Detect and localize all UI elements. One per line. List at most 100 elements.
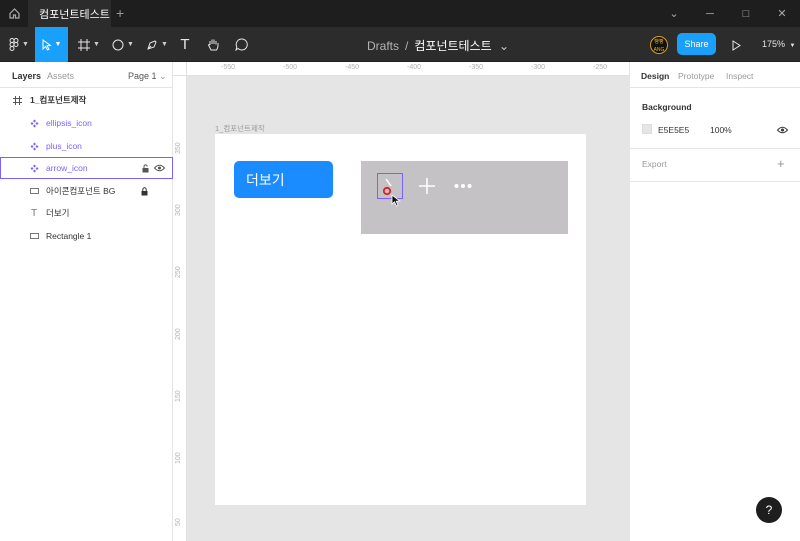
text-tool-button[interactable]: T (176, 27, 194, 62)
background-color-swatch[interactable] (642, 124, 652, 134)
chevron-down-icon: ▼ (789, 43, 796, 49)
breadcrumb: Drafts / 컴포넌트테스트 ⌄ (367, 37, 509, 54)
background-hex-input[interactable]: E5E5E5 (658, 125, 689, 135)
layer-row[interactable]: 아이콘컴포넌트 BG (0, 180, 173, 202)
maximize-button[interactable]: □ (728, 0, 764, 27)
plus-icon[interactable] (418, 177, 436, 195)
breadcrumb-separator: / (405, 39, 409, 53)
avatar[interactable]: 빵빵 ANG (650, 36, 668, 54)
background-opacity-input[interactable]: 100% (710, 125, 732, 135)
layer-name: arrow_icon (46, 163, 88, 173)
file-name[interactable]: 컴포넌트테스트 (414, 39, 491, 53)
chevron-down-icon: ▼ (22, 41, 29, 48)
add-export-button[interactable]: + (777, 156, 785, 171)
page-selector[interactable]: Page 1 ⌄ (128, 71, 167, 82)
help-button[interactable]: ? (756, 497, 782, 523)
layer-row[interactable]: T 더보기 (0, 202, 173, 224)
ruler-tick: -250 (593, 64, 608, 71)
tab-prototype[interactable]: Prototype (678, 71, 714, 81)
zoom-menu[interactable]: 175% ▼ (762, 39, 796, 49)
divider (630, 148, 800, 149)
ruler-tick: 350 (175, 142, 182, 154)
toolbar: ▼ ▼ ▼ ▼ ▼ T Drafts / 컴포넌트테스트 ⌄ 빵빵 ANG Shar… (0, 27, 800, 62)
ruler-tick: 200 (175, 328, 182, 340)
frame-icon (78, 38, 91, 51)
present-button[interactable] (732, 38, 741, 56)
tab-assets[interactable]: Assets (47, 71, 74, 81)
home-button[interactable] (0, 0, 28, 27)
more-button-label: 더보기 (246, 171, 285, 188)
layer-row[interactable]: ellipsis_icon (0, 112, 173, 134)
chevron-down-icon: ▼ (161, 41, 168, 48)
layer-row[interactable]: 1_컴포넌트제작 (0, 89, 173, 111)
ruler-tick: 300 (175, 204, 182, 216)
canvas[interactable]: -550 -500 -450 -400 -350 -300 -250 350 3… (173, 62, 629, 541)
main-menu-button[interactable]: ▼ (4, 27, 34, 62)
ruler-tick: 50 (175, 518, 182, 526)
cursor-icon (42, 38, 52, 51)
icon-component-bg[interactable] (361, 161, 568, 234)
file-tab[interactable]: 컴포넌트테스트 (28, 0, 111, 27)
comment-icon (234, 38, 248, 51)
page-selector-label: Page 1 (128, 71, 157, 81)
ruler-corner (173, 62, 187, 76)
figma-logo-icon (9, 38, 19, 51)
text-icon: T (180, 36, 190, 53)
new-tab-button[interactable]: + (116, 5, 124, 21)
layers-panel-tabs: Layers Assets Page 1 ⌄ (0, 62, 172, 88)
ruler-tick: 100 (175, 452, 182, 464)
tabs-dropdown-button[interactable]: ⌄ (656, 0, 692, 27)
design-panel-tabs: Design Prototype Inspect (630, 62, 800, 88)
chevron-down-icon: ▼ (54, 41, 62, 48)
title-bar: 컴포넌트테스트 + ⌄ ─ □ ✕ (0, 0, 800, 27)
layer-name: 아이콘컴포넌트 BG (46, 186, 116, 196)
breadcrumb-drafts[interactable]: Drafts (367, 39, 399, 53)
export-section-title: Export (642, 159, 667, 169)
ruler-tick: -300 (531, 64, 546, 71)
component-icon (29, 118, 39, 128)
hand-icon (207, 39, 218, 50)
unlock-icon[interactable] (140, 163, 150, 173)
chevron-down-icon: ▼ (93, 41, 100, 48)
layer-row[interactable]: Rectangle 1 (0, 225, 173, 247)
comment-tool-button[interactable] (232, 27, 250, 62)
move-tool-button[interactable]: ▼ (35, 27, 68, 62)
home-icon (8, 8, 20, 19)
lock-icon[interactable] (139, 186, 149, 196)
chevron-down-icon[interactable]: ⌄ (499, 39, 509, 53)
layers-panel: Layers Assets Page 1 ⌄ 1_컴포넌트제작 ellipsis… (0, 62, 173, 541)
ruler-top: -550 -500 -450 -400 -350 -300 -250 (187, 62, 629, 76)
layer-name: plus_icon (46, 141, 82, 151)
ruler-tick: 250 (175, 266, 182, 278)
tab-design[interactable]: Design (641, 71, 669, 81)
share-button[interactable]: Share (677, 33, 716, 55)
eye-icon[interactable] (154, 163, 165, 173)
text-icon: T (30, 207, 38, 219)
frame-tool-button[interactable]: ▼ (74, 27, 104, 62)
hand-tool-button[interactable] (203, 27, 223, 62)
pen-tool-button[interactable]: ▼ (142, 27, 172, 62)
ruler-tick: -350 (469, 64, 484, 71)
component-icon (29, 163, 39, 173)
eye-icon[interactable] (777, 126, 788, 134)
tab-layers[interactable]: Layers (12, 71, 41, 81)
zoom-level: 175% (762, 39, 786, 49)
close-button[interactable]: ✕ (764, 0, 800, 27)
component-icon (29, 141, 39, 151)
ruler-tick: -400 (407, 64, 422, 71)
shape-tool-button[interactable]: ▼ (108, 27, 138, 62)
ruler-tick: -450 (345, 64, 360, 71)
minimize-button[interactable]: ─ (692, 0, 728, 27)
more-button[interactable]: 더보기 (234, 161, 333, 198)
rectangle-icon (29, 186, 39, 196)
ellipsis-icon[interactable] (454, 183, 472, 189)
help-label: ? (765, 503, 773, 517)
pen-icon (147, 39, 157, 50)
layer-row[interactable]: plus_icon (0, 135, 173, 157)
frame-label[interactable]: 1_컴포넌트제작 (215, 123, 265, 134)
layer-row-selected[interactable]: arrow_icon (0, 157, 173, 179)
tab-inspect[interactable]: Inspect (726, 71, 753, 81)
play-icon (732, 40, 741, 51)
frame-component[interactable]: 더보기 (215, 134, 586, 505)
layer-name: 더보기 (46, 208, 70, 218)
